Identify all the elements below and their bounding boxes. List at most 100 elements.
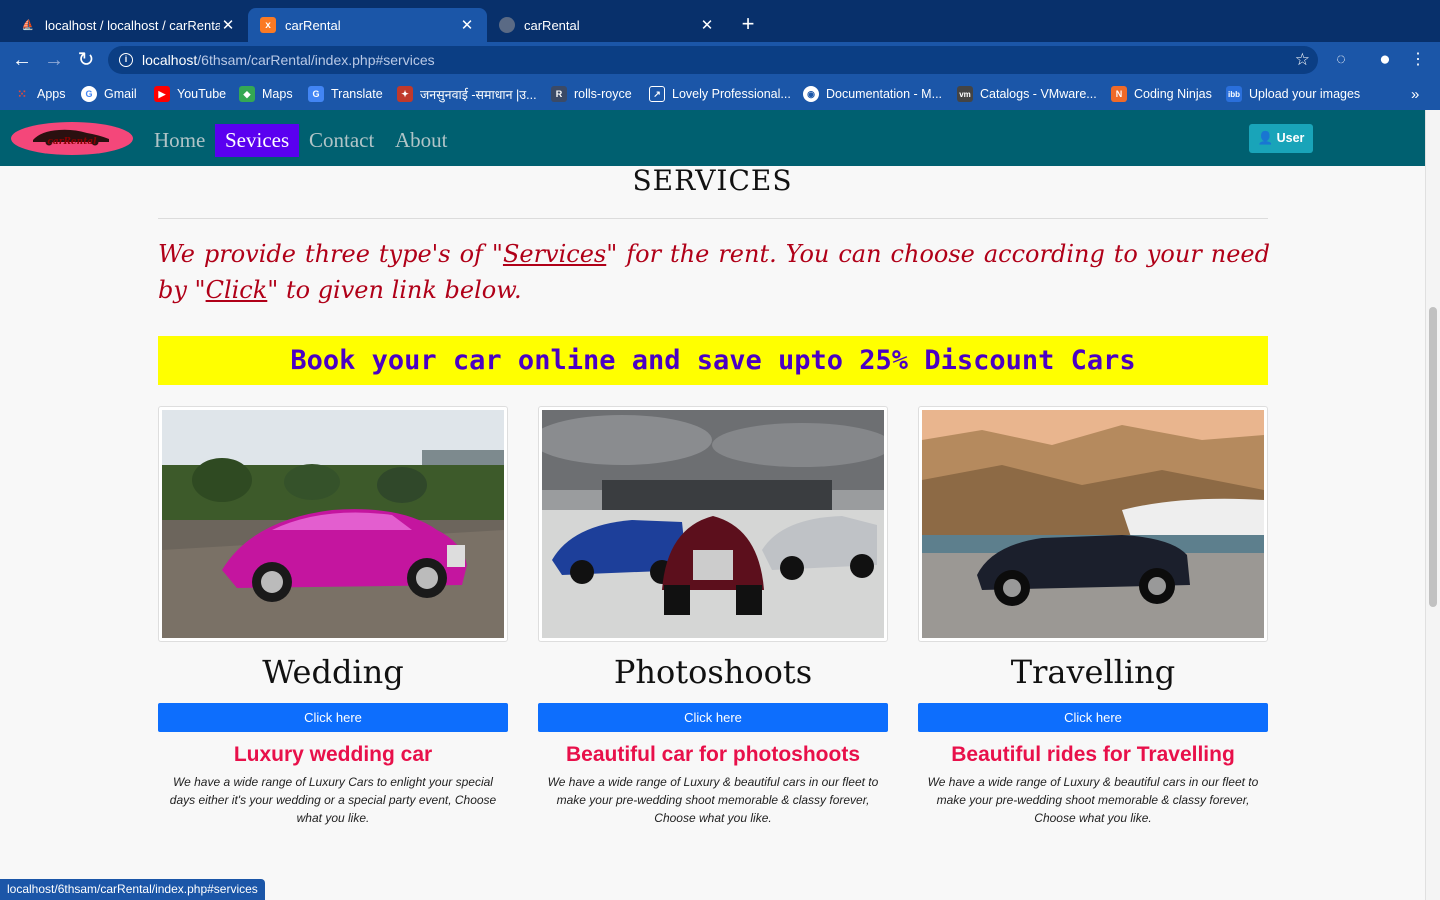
intro-part: " to given link below. <box>267 276 522 304</box>
close-icon[interactable]: ✕ <box>699 16 715 34</box>
card-title: Travelling <box>1010 653 1176 691</box>
vmware-icon: vm <box>957 86 973 102</box>
site-navbar: carRental Home Sevices Contact About 👤 U… <box>0 110 1425 166</box>
bookmark-documentation[interactable]: ◉ Documentation - M... <box>803 85 942 103</box>
intro-text: We provide three type's of "Services" fo… <box>158 236 1270 308</box>
travelling-car-image <box>918 406 1268 642</box>
xampp-icon: x <box>260 17 276 33</box>
card-title: Photoshoots <box>613 653 813 691</box>
forward-arrow-icon[interactable]: → <box>42 48 66 72</box>
travelling-click-here-button[interactable]: Click here <box>918 703 1268 732</box>
wedding-click-here-button[interactable]: Click here <box>158 703 508 732</box>
bookmarks-overflow-button[interactable]: » <box>1411 85 1419 103</box>
emblem-icon: ✦ <box>397 86 413 102</box>
nav-services[interactable]: Sevices <box>215 124 300 157</box>
web-page: carRental Home Sevices Contact About 👤 U… <box>0 110 1425 900</box>
photoshoots-click-here-button[interactable]: Click here <box>538 703 888 732</box>
bookmark-rolls-royce[interactable]: Rrolls-royce <box>551 85 632 103</box>
browser-toolbar: ← → ↻ i localhost/6thsam/carRental/index… <box>0 42 1440 78</box>
close-icon[interactable]: ✕ <box>459 16 475 34</box>
info-icon[interactable]: i <box>119 53 133 67</box>
section-title: SERVICES <box>632 164 793 197</box>
bookmark-youtube[interactable]: ▶ YouTube <box>154 85 226 103</box>
bookmark-lpu[interactable]: ↗ Lovely Professional... <box>649 85 791 103</box>
phpmyadmin-icon: ⛵ <box>21 19 35 31</box>
bookmarks-bar: ⁙ Apps G Gmail ▶ YouTube ◆ Maps G Translate ✦… <box>0 78 1440 110</box>
card-description: We have a wide range of Luxury Cars to e… <box>169 775 497 825</box>
bookmark-label: Catalogs - VMware... <box>980 87 1097 101</box>
back-arrow-icon[interactable]: ← <box>10 48 34 72</box>
bookmark-jansunwai[interactable]: ✦ जनसुनवाई -समाधान |उ... <box>397 85 537 103</box>
bookmark-imgbb[interactable]: ibb Upload your images <box>1226 85 1360 103</box>
service-card-travelling: Travelling Click here Beautiful rides fo… <box>918 406 1268 827</box>
bookmark-apps[interactable]: ⁙ Apps <box>14 85 66 103</box>
bookmark-label: जनसुनवाई -समाधान |उ... <box>420 87 537 102</box>
nav-home[interactable]: Home <box>144 124 215 157</box>
tab-title: carRental <box>285 17 341 33</box>
click-link[interactable]: Click <box>206 276 268 304</box>
status-url-bubble: localhost/6thsam/carRental/index.php#ser… <box>0 879 265 900</box>
sync-extension-icon[interactable]: ◌ <box>1331 50 1351 70</box>
bookmark-translate[interactable]: G Translate <box>308 85 383 103</box>
page-scrollbar[interactable] <box>1425 110 1440 900</box>
nav-contact[interactable]: Contact <box>299 124 384 157</box>
bookmark-label: Apps <box>37 87 66 101</box>
card-description: We have a wide range of Luxury & beautif… <box>547 775 879 825</box>
profile-icon[interactable]: ● <box>1375 50 1395 70</box>
nav-about[interactable]: About <box>385 124 458 157</box>
tab-phpmyadmin[interactable]: ⛵ localhost / localhost / carRental / c … <box>8 8 248 42</box>
logo-text: carRental <box>47 137 97 147</box>
divider <box>158 218 1268 219</box>
close-icon[interactable]: ✕ <box>220 16 236 34</box>
scrollbar-thumb[interactable] <box>1429 307 1437 607</box>
bookmark-label: Translate <box>331 87 383 101</box>
bookmark-gmail[interactable]: G Gmail <box>81 85 137 103</box>
maps-icon: ◆ <box>239 86 255 102</box>
apps-grid-icon: ⁙ <box>16 87 28 101</box>
youtube-icon: ▶ <box>154 86 170 102</box>
globe-icon <box>499 17 515 33</box>
card-title: Wedding <box>262 653 404 691</box>
service-card-wedding: Wedding Click here Luxury wedding car We… <box>158 406 508 827</box>
card-subtitle: Beautiful car for photoshoots <box>566 743 860 766</box>
bookmark-label: Maps <box>262 87 293 101</box>
coding-ninjas-icon: N <box>1111 86 1127 102</box>
user-icon: 👤 <box>1257 131 1277 145</box>
reload-icon[interactable]: ↻ <box>74 48 98 72</box>
external-link-icon: ↗ <box>649 86 665 102</box>
user-button[interactable]: 👤 User <box>1249 124 1313 153</box>
bookmark-label: Documentation - M... <box>826 87 943 101</box>
tab-carrental[interactable]: carRental ✕ <box>487 8 727 42</box>
bookmark-coding-ninjas[interactable]: N Coding Ninjas <box>1111 85 1212 103</box>
menu-kebab-icon[interactable]: ⋮ <box>1408 50 1428 70</box>
rolls-royce-icon: R <box>551 86 567 102</box>
new-tab-button[interactable]: + <box>736 13 760 37</box>
intro-part: We provide three type's of " <box>158 240 503 268</box>
bookmark-label: Upload your images <box>1249 87 1361 101</box>
services-link[interactable]: Services <box>503 240 606 268</box>
bookmark-vmware[interactable]: vm Catalogs - VMware... <box>957 85 1097 103</box>
bookmark-label: Coding Ninjas <box>1134 87 1212 101</box>
google-icon: G <box>81 86 97 102</box>
chrome-icon: ◉ <box>803 86 819 102</box>
bookmark-label: YouTube <box>177 87 227 101</box>
tab-title: localhost / localhost / carRental / c <box>45 17 220 33</box>
bookmark-star-icon[interactable]: ☆ <box>1295 46 1310 74</box>
imgbb-icon: ibb <box>1226 86 1242 102</box>
tab-carrental-active[interactable]: x carRental ✕ <box>248 8 487 42</box>
bookmark-label: Gmail <box>104 87 137 101</box>
site-logo[interactable]: carRental <box>11 122 133 155</box>
bookmark-maps[interactable]: ◆ Maps <box>239 85 293 103</box>
translate-icon: G <box>308 86 324 102</box>
wedding-car-image <box>158 406 508 642</box>
address-bar[interactable]: i localhost/6thsam/carRental/index.php#s… <box>108 46 1318 74</box>
user-button-label: User <box>1276 131 1305 145</box>
tab-title: carRental <box>524 17 580 33</box>
card-description: We have a wide range of Luxury & beautif… <box>927 775 1259 825</box>
browser-tabstrip: ⛵ localhost / localhost / carRental / c … <box>0 0 1440 42</box>
card-subtitle: Luxury wedding car <box>233 743 433 766</box>
card-subtitle: Beautiful rides for Travelling <box>951 743 1235 766</box>
photoshoot-cars-image <box>538 406 888 642</box>
url-host: localhost <box>142 52 198 68</box>
bookmark-label: rolls-royce <box>574 87 632 101</box>
